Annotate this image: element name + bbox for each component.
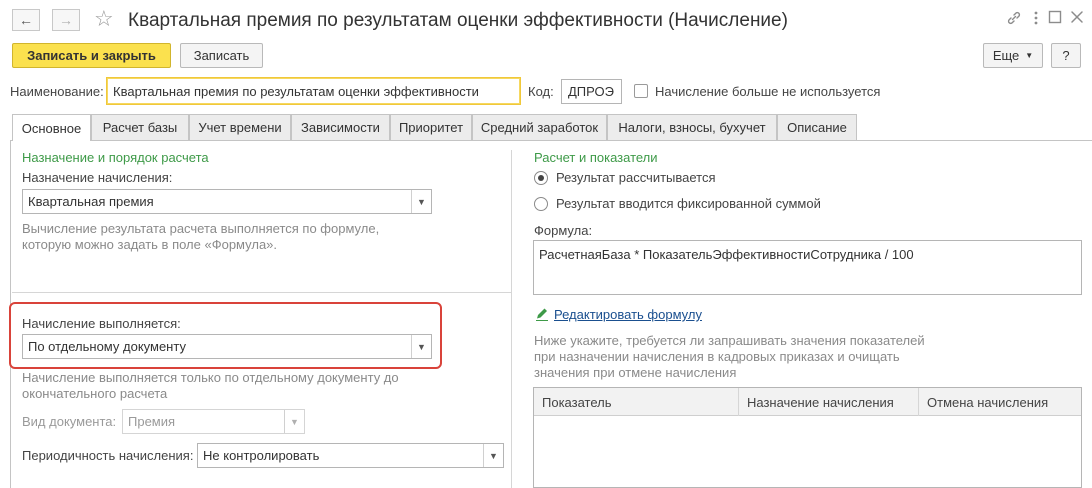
- indicators-hint-line-1: Ниже укажите, требуется ли запрашивать з…: [534, 333, 925, 348]
- chevron-down-icon[interactable]: ▼: [411, 190, 431, 213]
- column-assignment[interactable]: Назначение начисления: [739, 388, 919, 416]
- table-header: Показатель Назначение начисления Отмена …: [534, 388, 1081, 416]
- save-button[interactable]: Записать: [180, 43, 263, 68]
- doc-type-select-value: Премия: [128, 414, 176, 429]
- formula-label: Формулa:: [534, 223, 593, 238]
- exec-hint-line-1: Начисление выполняется только по отдельн…: [22, 370, 399, 385]
- radio-calculated-label: Результат рассчитывается: [556, 170, 716, 185]
- chevron-down-icon: ▼: [284, 410, 304, 433]
- name-input[interactable]: Квартальная премия по результатам оценки…: [106, 77, 521, 105]
- arrow-left-icon: ←: [19, 12, 33, 28]
- more-button-label: Еще: [992, 48, 1020, 63]
- tab-description[interactable]: Описание: [777, 114, 857, 140]
- save-and-close-button[interactable]: Записать и закрыть: [12, 43, 171, 68]
- name-label: Наименование:: [10, 84, 104, 99]
- tab-dependencies[interactable]: Зависимости: [291, 114, 390, 140]
- indicators-table[interactable]: Показатель Назначение начисления Отмена …: [533, 387, 1082, 488]
- periodicity-select[interactable]: Не контролировать ▼: [197, 443, 504, 468]
- chevron-down-icon: ▼: [1025, 51, 1034, 60]
- exec-hint-line-2: окончательного расчета: [22, 386, 168, 401]
- purpose-hint-line-2: которую можно задать в поле «Формула».: [22, 237, 278, 252]
- more-button[interactable]: Еще ▼: [983, 43, 1043, 68]
- edit-formula-link[interactable]: Редактировать формулу: [554, 307, 702, 322]
- periodicity-label: Периодичность начисления:: [22, 448, 194, 463]
- column-cancellation[interactable]: Отмена начисления: [919, 388, 1081, 416]
- purpose-select-value: Квартальная премия: [28, 194, 154, 209]
- column-indicator[interactable]: Показатель: [534, 388, 739, 416]
- left-divider: [12, 292, 511, 293]
- column-divider: [511, 150, 512, 488]
- indicators-hint-line-2: при назначении начисления в кадровых при…: [534, 349, 900, 364]
- periodicity-select-value: Не контролировать: [203, 448, 320, 463]
- tab-main[interactable]: Основное: [12, 114, 91, 141]
- purpose-select[interactable]: Квартальная премия ▼: [22, 189, 432, 214]
- purpose-label: Назначение начисления:: [22, 170, 173, 185]
- doc-type-select[interactable]: Премия ▼: [122, 409, 305, 434]
- back-button[interactable]: ←: [12, 9, 40, 31]
- radio-fixed[interactable]: [534, 197, 548, 211]
- radio-fixed-label: Результат вводится фиксированной суммой: [556, 196, 821, 211]
- left-group-title: Назначение и порядок расчета: [22, 150, 209, 165]
- exec-select[interactable]: По отдельному документу ▼: [22, 334, 432, 359]
- star-icon[interactable]: ☆: [94, 6, 114, 32]
- arrow-right-icon: →: [59, 12, 73, 28]
- unused-label: Начисление больше не используется: [655, 84, 881, 99]
- link-icon[interactable]: [1006, 10, 1022, 32]
- forward-button[interactable]: →: [52, 9, 80, 31]
- tab-taxes[interactable]: Налоги, взносы, бухучет: [607, 114, 777, 140]
- indicators-hint-line-3: значения при отмене начисления: [534, 365, 737, 380]
- code-input[interactable]: ДПРОЭ: [561, 79, 622, 104]
- window-title: Квартальная премия по результатам оценки…: [128, 10, 788, 31]
- chevron-down-icon[interactable]: ▼: [483, 444, 503, 467]
- close-icon[interactable]: [1070, 10, 1084, 30]
- tab-base-calculation[interactable]: Расчет базы: [91, 114, 189, 140]
- maximize-icon[interactable]: [1048, 10, 1062, 30]
- pencil-icon[interactable]: [534, 306, 550, 325]
- doc-type-label: Вид документа:: [22, 414, 117, 429]
- right-group-title: Расчет и показатели: [534, 150, 658, 165]
- unused-checkbox[interactable]: [634, 84, 648, 98]
- exec-select-value: По отдельному документу: [28, 339, 186, 354]
- exec-label: Начисление выполняется:: [22, 316, 181, 331]
- more-vertical-icon[interactable]: [1032, 10, 1040, 32]
- radio-calculated[interactable]: [534, 171, 548, 185]
- help-button[interactable]: ?: [1051, 43, 1081, 68]
- formula-field[interactable]: РасчетнаяБаза * ПоказательЭффективностиС…: [533, 240, 1082, 295]
- code-label: Код:: [528, 84, 554, 99]
- tab-average-earnings[interactable]: Средний заработок: [472, 114, 607, 140]
- purpose-hint-line-1: Вычисление результата расчета выполняетс…: [22, 221, 380, 236]
- tab-time-accounting[interactable]: Учет времени: [189, 114, 291, 140]
- tab-priority[interactable]: Приоритет: [390, 114, 472, 140]
- chevron-down-icon[interactable]: ▼: [411, 335, 431, 358]
